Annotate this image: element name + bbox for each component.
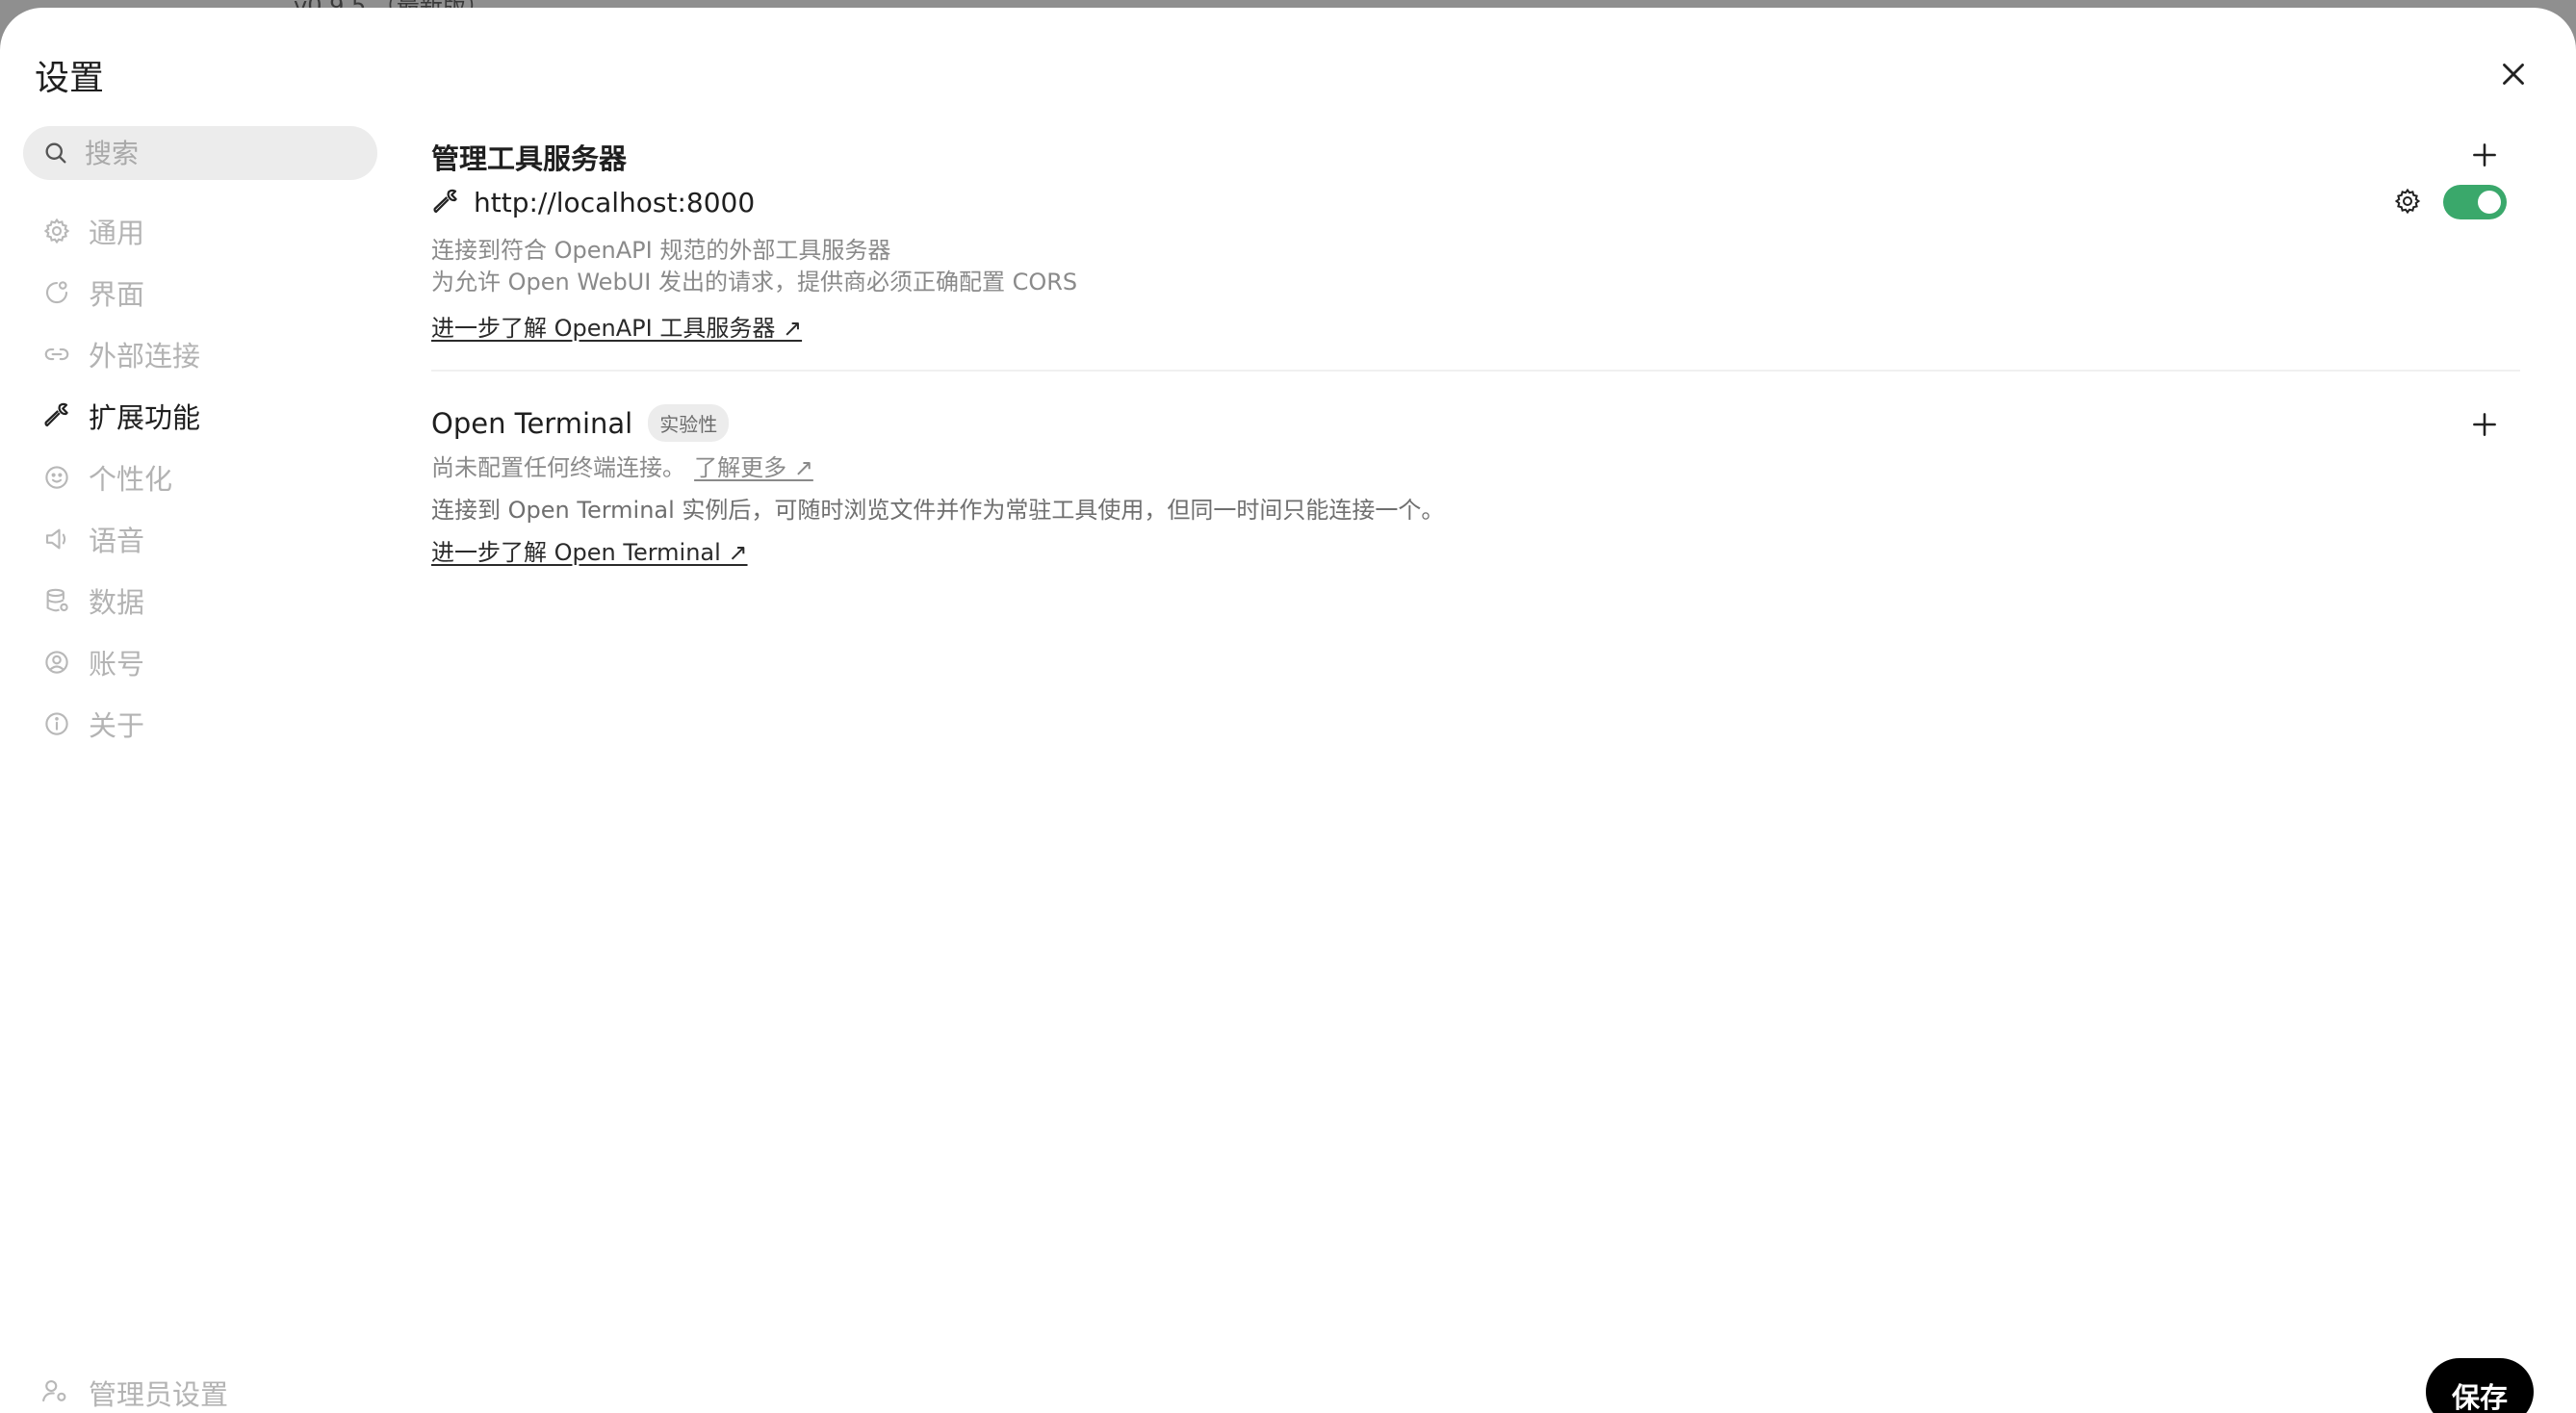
open-terminal-status-text: 尚未配置任何终端连接。 — [431, 454, 685, 481]
tool-servers-learn-more-link[interactable]: 进一步了解 OpenAPI 工具服务器 ↗ — [431, 309, 802, 343]
plus-icon — [2473, 413, 2496, 436]
add-terminal-button[interactable] — [2468, 408, 2501, 441]
gear-icon — [2394, 188, 2421, 215]
toggle-knob — [2478, 191, 2501, 214]
sidebar-item-general[interactable]: 通用 — [23, 200, 389, 262]
sidebar-item-label: 扩展功能 — [89, 401, 201, 434]
sidebar-item-personalization[interactable]: 个性化 — [23, 447, 389, 508]
plus-icon — [2473, 143, 2496, 167]
user-circle-icon — [40, 646, 73, 679]
open-terminal-learn-more-link[interactable]: 进一步了解 Open Terminal ↗ — [431, 533, 748, 567]
sidebar-item-label: 语音 — [89, 525, 145, 557]
tool-server-settings-button[interactable] — [2393, 187, 2424, 218]
close-icon — [2503, 64, 2524, 85]
sidebar-item-label: 数据 — [89, 586, 145, 619]
link-icon — [40, 338, 73, 371]
info-icon — [40, 707, 73, 740]
save-button[interactable]: 保存 — [2426, 1358, 2534, 1413]
open-terminal-desc: 连接到 Open Terminal 实例后，可随时浏览文件并作为常驻工具使用，但… — [431, 497, 1445, 524]
sidebar-item-label: 外部连接 — [89, 340, 201, 373]
wrench-icon — [40, 399, 73, 432]
sidebar-item-about[interactable]: 关于 — [23, 693, 389, 755]
section-divider — [431, 370, 2520, 372]
close-button[interactable] — [2495, 56, 2532, 92]
tool-server-url: http://localhost:8000 — [474, 186, 756, 218]
open-terminal-header: Open Terminal 实验性 — [431, 404, 730, 442]
sidebar-item-extensions[interactable]: 扩展功能 — [23, 385, 389, 447]
user-gear-icon — [40, 1376, 73, 1409]
tool-server-toggle[interactable] — [2443, 185, 2507, 219]
speaker-icon — [40, 523, 73, 555]
sidebar-item-label: 关于 — [89, 709, 145, 742]
sidebar-item-audio[interactable]: 语音 — [23, 508, 389, 570]
open-terminal-status: 尚未配置任何终端连接。 了解更多 ↗ — [431, 452, 813, 484]
wrench-icon — [433, 189, 457, 214]
sidebar-item-label: 界面 — [89, 278, 145, 311]
tool-servers-desc-line1: 连接到符合 OpenAPI 规范的外部工具服务器 — [431, 237, 891, 264]
admin-settings-label: 管理员设置 — [89, 1378, 229, 1411]
sidebar-item-admin-settings[interactable]: 管理员设置 — [40, 1373, 228, 1413]
sidebar-item-account[interactable]: 账号 — [23, 631, 389, 693]
sidebar-item-interface[interactable]: 界面 — [23, 262, 389, 323]
sidebar-item-label: 个性化 — [89, 463, 173, 496]
open-terminal-title: Open Terminal — [431, 406, 633, 440]
sidebar-nav: 通用 界面 外部连接 扩展功能 个性化 语音 数据 账号 关于 — [23, 200, 389, 755]
database-icon — [40, 584, 73, 617]
modal-title: 设置 — [35, 59, 105, 98]
tool-server-row: http://localhost:8000 — [431, 183, 2520, 221]
sidebar-item-label: 通用 — [89, 217, 145, 249]
sidebar-item-data[interactable]: 数据 — [23, 570, 389, 631]
search-box[interactable] — [23, 126, 377, 180]
search-input[interactable] — [83, 136, 366, 170]
add-tool-server-button[interactable] — [2468, 139, 2501, 171]
settings-modal: 设置 通用 — [0, 8, 2576, 1413]
smiley-icon — [40, 461, 73, 494]
experimental-badge: 实验性 — [648, 404, 730, 442]
sidebar-item-connections[interactable]: 外部连接 — [23, 323, 389, 385]
tool-servers-desc-line2: 为允许 Open WebUI 发出的请求，提供商必须正确配置 CORS — [431, 269, 1078, 295]
gear-icon — [40, 215, 73, 247]
search-icon — [45, 142, 66, 164]
open-terminal-status-link[interactable]: 了解更多 ↗ — [694, 454, 813, 481]
tool-servers-title: 管理工具服务器 — [431, 142, 628, 175]
sidebar-item-label: 账号 — [89, 648, 145, 681]
monitor-icon — [40, 276, 73, 309]
